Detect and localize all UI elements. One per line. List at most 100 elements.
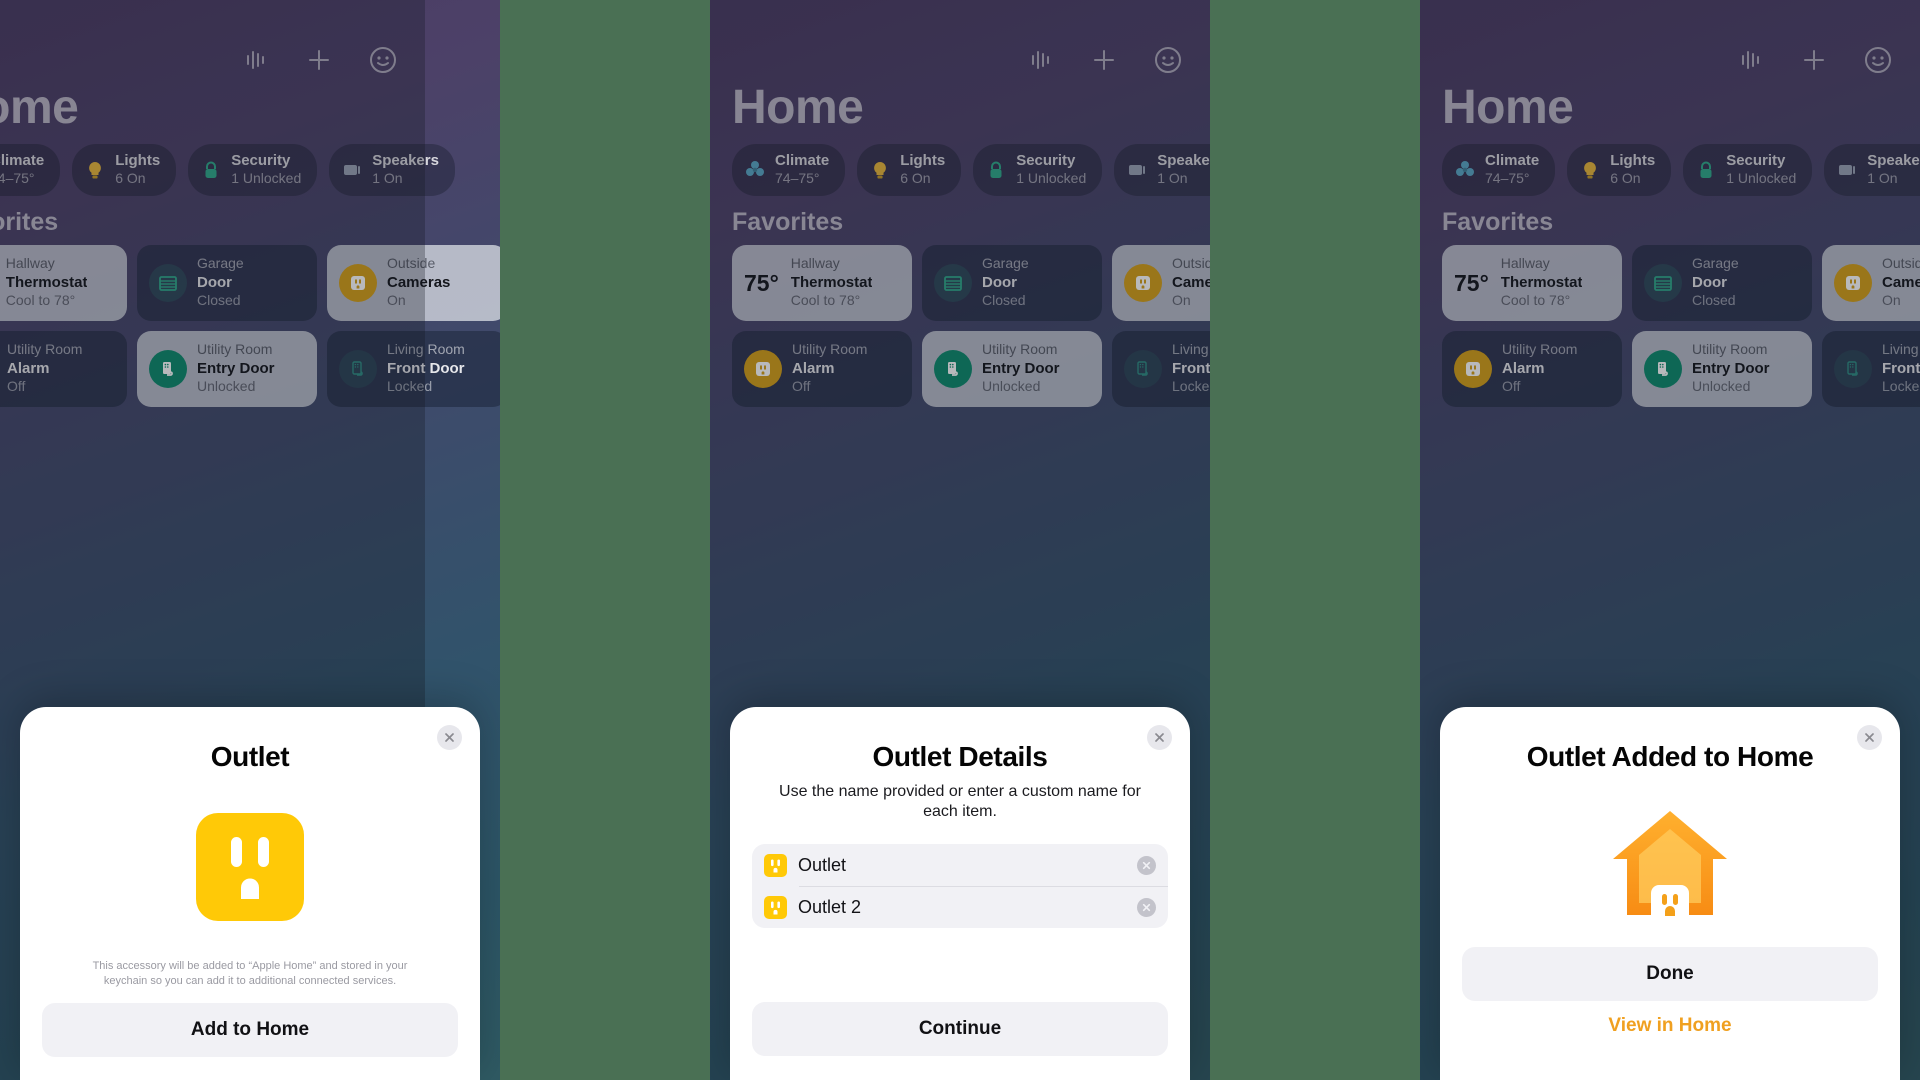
category-pill-security[interactable]: Security 1 Unlocked <box>188 144 318 196</box>
favorite-card-entry-door[interactable]: Utility Room Entry Door Unlocked <box>1632 331 1812 407</box>
favorite-card-front-door[interactable]: Living Room Front Door Locked <box>327 331 500 407</box>
card-device: Thermostat <box>5 273 88 291</box>
accessory-name-row[interactable]: Outlet <box>752 844 1168 886</box>
category-pill-lights[interactable]: Lights 6 On <box>1567 144 1672 196</box>
audio-waveform-icon[interactable] <box>1028 47 1054 78</box>
more-options-icon[interactable] <box>1154 46 1182 79</box>
favorite-card-garage-door[interactable]: Garage Door Closed <box>1632 245 1812 321</box>
add-icon[interactable] <box>1090 46 1118 79</box>
favorite-card-entry-door[interactable]: Utility Room Entry Door Unlocked <box>922 331 1102 407</box>
audio-waveform-icon[interactable] <box>1738 47 1764 78</box>
card-room: Outside <box>1172 255 1210 272</box>
sheet-title: Outlet Details <box>872 741 1048 772</box>
bulb-icon <box>1579 159 1601 181</box>
card-device: Entry Door <box>1692 359 1770 377</box>
card-device: Cameras <box>1172 273 1210 291</box>
card-device: Entry Door <box>982 359 1060 377</box>
favorite-card-thermostat[interactable]: 75° Hallway Thermostat Cool to 78° <box>0 245 127 321</box>
card-status: Off <box>7 378 26 395</box>
category-pill-lights[interactable]: Lights 6 On <box>857 144 962 196</box>
sheet-title: Outlet Added to Home <box>1526 741 1814 772</box>
door-lock-icon <box>339 350 377 388</box>
add-icon[interactable] <box>1800 46 1828 79</box>
close-icon[interactable] <box>437 725 462 750</box>
accessory-name-value[interactable]: Outlet <box>798 855 1126 876</box>
add-icon[interactable] <box>305 46 333 79</box>
add-to-home-button[interactable]: Add to Home <box>42 1002 458 1057</box>
filler-panel-2 <box>1210 0 1420 1080</box>
garage-door-icon <box>1644 264 1682 302</box>
outlet-details-sheet: Outlet Details Use the name provided or … <box>730 707 1190 1080</box>
favorite-card-cameras[interactable]: Outside Cameras On <box>1112 245 1210 321</box>
favorite-card-entry-door[interactable]: Utility Room Entry Door Unlocked <box>137 331 317 407</box>
sheet-subtitle: Use the name provided or enter a custom … <box>779 783 1141 820</box>
speaker-icon <box>1836 159 1858 181</box>
category-status: 6 On <box>900 169 931 186</box>
card-room: Living Room <box>387 341 465 358</box>
category-pill-speakers[interactable]: Speakers 1 On <box>329 144 455 196</box>
card-room: Utility Room <box>1502 341 1578 358</box>
card-room: Living Room <box>1172 341 1210 358</box>
more-options-icon[interactable] <box>1864 46 1892 79</box>
favorite-card-front-door[interactable]: Living Room Front Door Locked <box>1112 331 1210 407</box>
category-status: 1 On <box>372 169 403 186</box>
accessory-name-value[interactable]: Outlet 2 <box>798 897 1126 918</box>
favorite-card-alarm[interactable]: Utility Room Alarm Off <box>0 331 127 407</box>
continue-button[interactable]: Continue <box>752 1002 1168 1056</box>
card-room: Living Room <box>1882 341 1920 358</box>
bulb-icon <box>869 159 891 181</box>
page-title: Home <box>1442 81 1574 134</box>
clear-icon[interactable] <box>1137 897 1156 917</box>
category-pill-speakers[interactable]: Speakers 1 On <box>1114 144 1210 196</box>
card-device: Cameras <box>1882 273 1920 291</box>
clear-icon[interactable] <box>1137 855 1156 875</box>
door-lock-icon <box>149 350 187 388</box>
favorite-card-alarm[interactable]: Utility Room Alarm Off <box>1442 331 1622 407</box>
done-button[interactable]: Done <box>1462 947 1878 1001</box>
card-device: Alarm <box>1502 359 1545 377</box>
favorite-card-thermostat[interactable]: 75° Hallway Thermostat Cool to 78° <box>732 245 912 321</box>
category-status: 6 On <box>115 169 146 186</box>
category-pill-lights[interactable]: Lights 6 On <box>72 144 177 196</box>
filler-panel-1 <box>500 0 710 1080</box>
audio-waveform-icon[interactable] <box>243 47 269 78</box>
card-room: Utility Room <box>1692 341 1768 358</box>
favorite-card-thermostat[interactable]: 75° Hallway Thermostat Cool to 78° <box>1442 245 1622 321</box>
category-pill-climate[interactable]: Climate 74–75° <box>732 144 846 196</box>
favorite-card-garage-door[interactable]: Garage Door Closed <box>922 245 1102 321</box>
accessory-name-row[interactable]: Outlet 2 <box>752 886 1168 928</box>
favorite-card-garage-door[interactable]: Garage Door Closed <box>137 245 317 321</box>
category-status: 74–75° <box>0 169 35 186</box>
card-room: Hallway <box>1500 255 1550 272</box>
card-device: Door <box>197 273 232 291</box>
door-lock-icon <box>1644 350 1682 388</box>
lock-icon <box>985 159 1007 181</box>
favorite-card-alarm[interactable]: Utility Room Alarm Off <box>732 331 912 407</box>
category-pill-climate[interactable]: Climate 74–75° <box>0 144 61 196</box>
card-room: Garage <box>1692 255 1739 272</box>
category-pill-speakers[interactable]: Speakers 1 On <box>1824 144 1920 196</box>
category-name: Speakers <box>372 152 439 169</box>
card-status: Locked <box>1882 378 1920 395</box>
category-status: 1 On <box>1867 169 1898 186</box>
category-pill-security[interactable]: Security 1 Unlocked <box>1683 144 1813 196</box>
lock-icon <box>200 159 222 181</box>
category-pill-climate[interactable]: Climate 74–75° <box>1442 144 1556 196</box>
bulb-icon <box>84 159 106 181</box>
category-pill-security[interactable]: Security 1 Unlocked <box>973 144 1103 196</box>
category-status: 1 Unlocked <box>231 169 302 186</box>
more-options-icon[interactable] <box>369 46 397 79</box>
favorite-card-cameras[interactable]: Outside Cameras On <box>327 245 500 321</box>
category-name: Speakers <box>1867 152 1920 169</box>
favorite-card-front-door[interactable]: Living Room Front Door Locked <box>1822 331 1920 407</box>
card-status: On <box>1172 292 1191 309</box>
card-room: Utility Room <box>792 341 868 358</box>
favorite-card-cameras[interactable]: Outside Cameras On <box>1822 245 1920 321</box>
toolbar-1 <box>243 46 397 79</box>
close-icon[interactable] <box>1857 725 1882 750</box>
view-in-home-button[interactable]: View in Home <box>1462 1015 1878 1037</box>
favorites-header: Favorites <box>732 208 844 236</box>
favorites-grid-1: 75° Hallway Thermostat Cool to 78° Garag… <box>0 245 500 407</box>
close-icon[interactable] <box>1147 725 1172 750</box>
category-name: Climate <box>0 152 45 169</box>
